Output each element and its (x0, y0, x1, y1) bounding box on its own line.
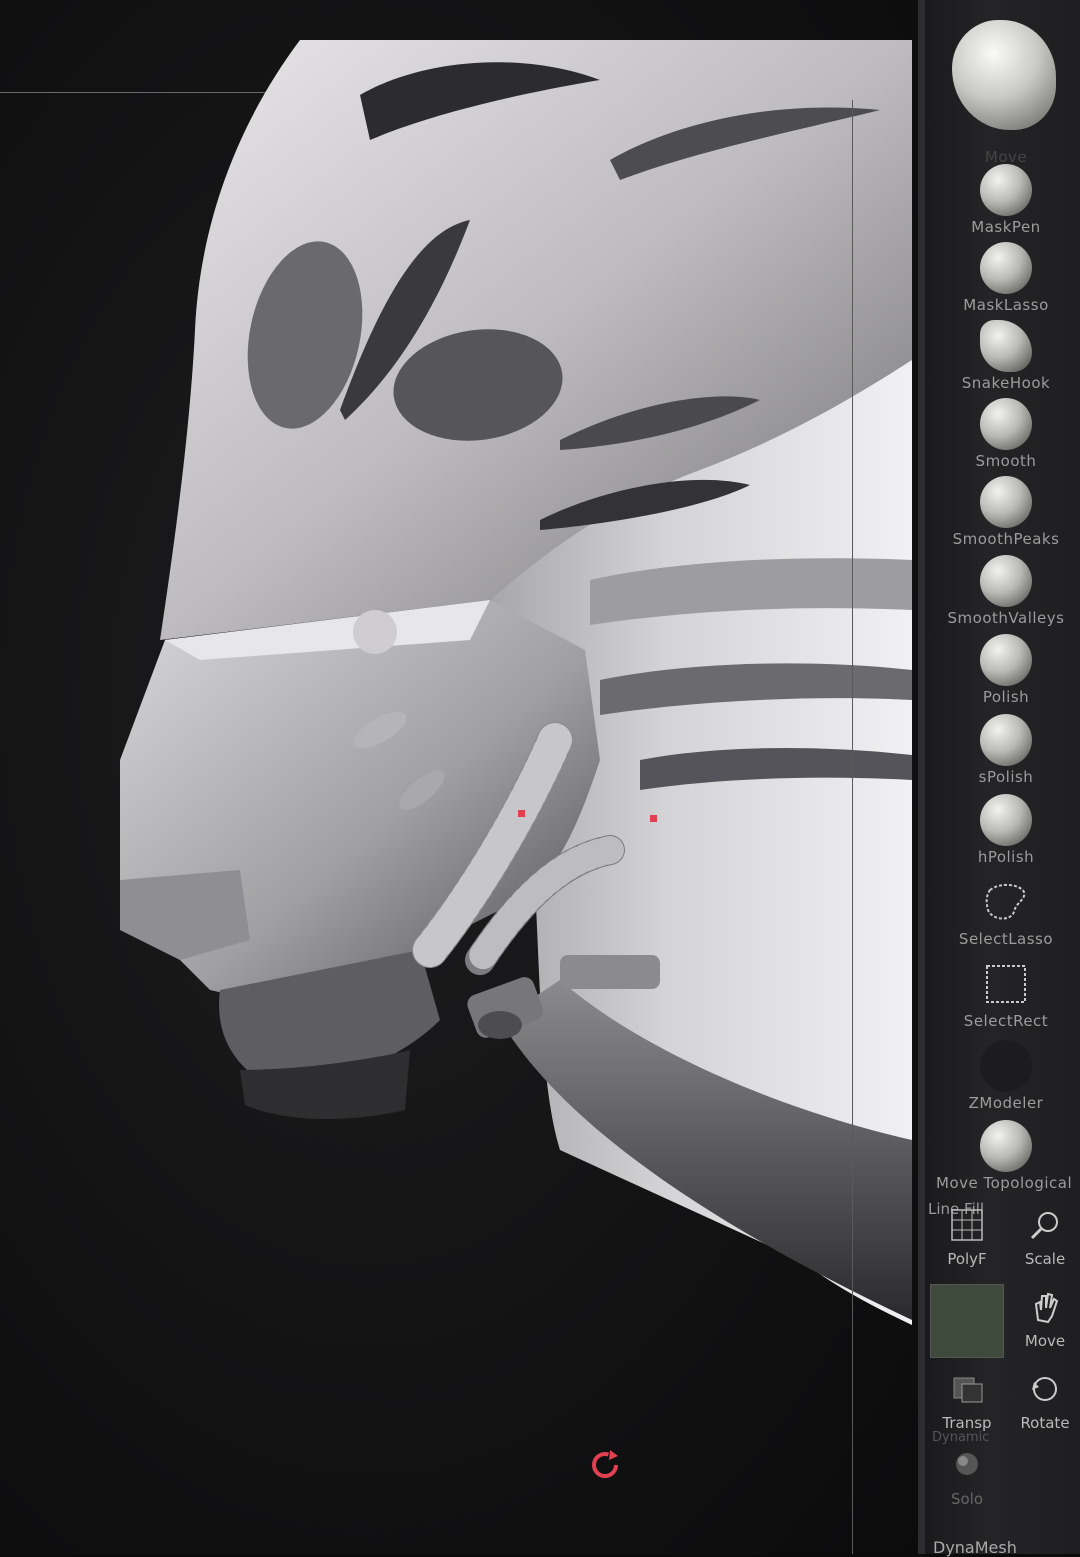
selectrect-icon (986, 965, 1026, 1003)
move-topological-brush-icon (980, 1120, 1032, 1172)
smoothvalleys-brush-icon (980, 555, 1032, 607)
brush-label: MaskLasso (963, 296, 1049, 314)
brush-move-topological[interactable]: Move Topological (932, 1120, 1080, 1192)
brush-label: sPolish (978, 768, 1034, 786)
brush-label: SmoothPeaks (952, 530, 1060, 548)
scale-icon (1030, 1212, 1058, 1240)
selection-point (518, 810, 525, 817)
polish-brush-icon (980, 634, 1032, 686)
scale-button[interactable]: Scale (1010, 1200, 1080, 1272)
move-label: Move (1024, 1332, 1066, 1350)
brush-label: ZModeler (968, 1094, 1044, 1112)
brush-hpolish[interactable]: hPolish (932, 794, 1080, 866)
brush-smooth[interactable]: Smooth (932, 398, 1080, 470)
brush-spolish[interactable]: sPolish (932, 714, 1080, 786)
solo-icon (956, 1453, 978, 1475)
brush-move[interactable]: Move (932, 146, 1080, 166)
sculpt-model[interactable] (0, 0, 925, 1554)
polyf-active-swatch[interactable] (930, 1284, 1004, 1358)
smoothpeaks-brush-icon (980, 476, 1032, 528)
brush-selectlasso[interactable]: SelectLasso (932, 876, 1080, 948)
snakehook-brush-icon (980, 320, 1032, 372)
smooth-brush-icon (980, 398, 1032, 450)
transp-button[interactable]: Transp (932, 1364, 1002, 1436)
move-hand-icon (1034, 1292, 1059, 1324)
polyf-label: PolyF (947, 1250, 987, 1268)
pipe-end (478, 1011, 522, 1039)
brush-label: Smooth (975, 452, 1037, 470)
maskpen-brush-icon (980, 164, 1032, 216)
transp-icon (953, 1377, 983, 1403)
3d-viewport[interactable] (0, 0, 925, 1554)
zmodeler-brush-icon (980, 1040, 1032, 1092)
rotate-cursor-icon (592, 1450, 618, 1478)
hpolish-brush-icon (980, 794, 1032, 846)
brush-label: SelectRect (963, 1012, 1049, 1030)
brush-smoothvalleys[interactable]: SmoothValleys (932, 555, 1080, 627)
selection-point (650, 815, 657, 822)
brush-zmodeler[interactable]: ZModeler (932, 1040, 1080, 1112)
brush-polish[interactable]: Polish (932, 634, 1080, 706)
brush-label: Polish (982, 688, 1030, 706)
move-button[interactable]: Move (1010, 1282, 1080, 1354)
rotate-icon (1032, 1377, 1057, 1401)
brush-label: hPolish (977, 848, 1035, 866)
brush-masklasso[interactable]: MaskLasso (932, 242, 1080, 314)
viewport-guide-vertical (852, 100, 853, 1554)
scale-label: Scale (1024, 1250, 1066, 1268)
solo-button[interactable]: Solo (932, 1440, 1002, 1512)
spolish-brush-icon (980, 714, 1032, 766)
brush-label: SnakeHook (961, 374, 1051, 392)
polyf-button[interactable]: PolyF (932, 1200, 1002, 1272)
solo-label: Solo (950, 1490, 984, 1508)
dynamesh-label: DynaMesh (933, 1538, 1017, 1557)
brush-snakehook[interactable]: SnakeHook (932, 320, 1080, 392)
masklasso-brush-icon (980, 242, 1032, 294)
selectlasso-icon (985, 884, 1026, 920)
brush-label: SmoothValleys (947, 609, 1065, 627)
brush-maskpen[interactable]: MaskPen (932, 164, 1080, 236)
rotate-label: Rotate (1020, 1414, 1070, 1432)
eye-bulb (353, 610, 397, 654)
pipe-fitting (560, 955, 660, 989)
brush-label: SelectLasso (958, 930, 1054, 948)
polyf-grid-icon (951, 1209, 983, 1241)
brush-label: Move Topological (936, 1174, 1073, 1192)
brush-label: MaskPen (971, 218, 1041, 236)
rotate-button[interactable]: Rotate (1010, 1364, 1080, 1436)
brush-smoothpeaks[interactable]: SmoothPeaks (932, 476, 1080, 548)
brush-selectrect[interactable]: SelectRect (932, 958, 1080, 1030)
